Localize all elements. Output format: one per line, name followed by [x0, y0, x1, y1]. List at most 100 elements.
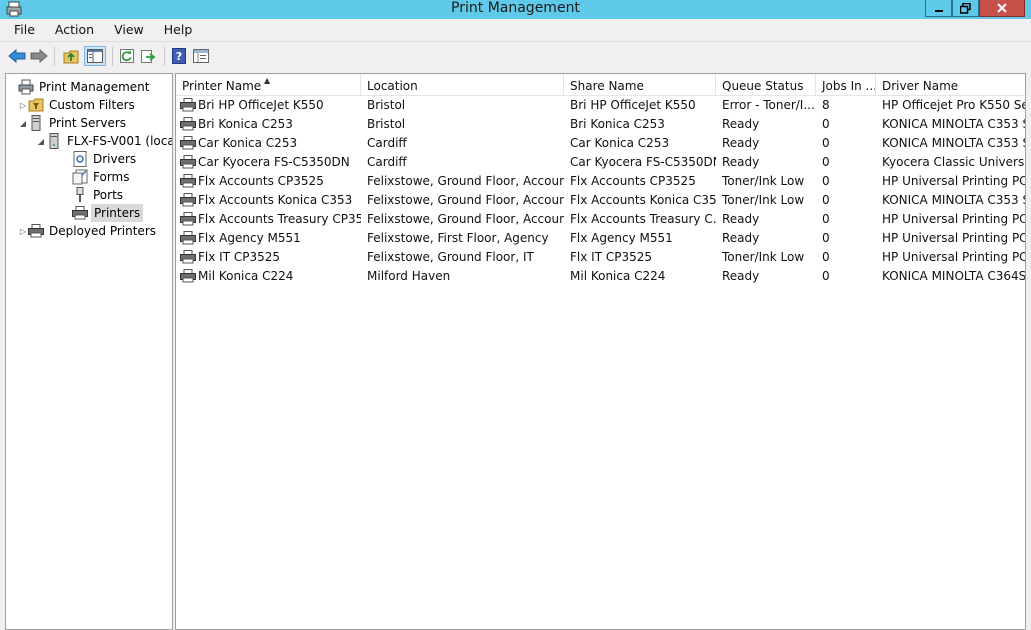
printer-row[interactable]: Bri Konica C253 Bristol Bri Konica C253 Rea…: [176, 115, 1025, 134]
column-header-row: Printer Name ▲ Location Share Name Queue…: [176, 74, 1025, 96]
cell-jobs-in-queue: 0: [822, 193, 830, 207]
cell-driver-name: KONICA MINOLTA C353 Series: [882, 136, 1025, 150]
print-management-icon: [18, 79, 34, 95]
cell-printer-name: Car Kyocera FS-C5350DN: [198, 155, 350, 169]
cell-jobs-in-queue: 0: [822, 212, 830, 226]
forms-icon: [72, 169, 88, 185]
tree-label: Deployed Printers: [49, 224, 157, 238]
cell-location: Bristol: [367, 117, 406, 131]
printer-row[interactable]: Flx Accounts Konica C353 Felixstowe, Grou…: [176, 191, 1025, 210]
cell-share-name: Bri HP OfficeJet K550: [570, 98, 696, 112]
cell-queue-status: Toner/Ink Low: [722, 174, 805, 188]
properties-icon[interactable]: [192, 47, 210, 65]
tree-item-custom-filters[interactable]: ▷ Custom Filters: [18, 96, 137, 114]
tree-label: Forms: [93, 170, 130, 184]
menu-file[interactable]: File: [4, 19, 45, 41]
back-arrow-icon[interactable]: [8, 47, 26, 65]
cell-share-name: Mil Konica C224: [570, 269, 666, 283]
cell-driver-name: KONICA MINOLTA C353 Series: [882, 117, 1025, 131]
menu-action[interactable]: Action: [45, 19, 104, 41]
tree-label: Drivers: [93, 152, 137, 166]
menu-view[interactable]: View: [104, 19, 154, 41]
printer-row[interactable]: Flx Accounts CP3525 Felixstowe, Ground Fl…: [176, 172, 1025, 191]
window-border: [1026, 70, 1031, 630]
column-header-queue-status[interactable]: Queue Status: [716, 74, 816, 96]
drivers-icon: [72, 151, 88, 167]
printer-row[interactable]: Bri HP OfficeJet K550 Bristol Bri HP Offic…: [176, 96, 1025, 115]
menu-help[interactable]: Help: [154, 19, 203, 41]
expand-arrow-icon[interactable]: ▷: [18, 227, 28, 236]
content-area: Print Management ▷ Custom Filters ◢ Prin…: [0, 70, 1031, 630]
column-header-location[interactable]: Location: [361, 74, 564, 96]
cell-driver-name: Kyocera Classic Universaldriver: [882, 155, 1025, 169]
cell-driver-name: KONICA MINOLTA C353 Series: [882, 193, 1025, 207]
window-title: Print Management: [451, 0, 580, 16]
cell-share-name: Flx IT CP3525: [570, 250, 652, 264]
cell-queue-status: Toner/Ink Low: [722, 250, 805, 264]
cell-location: Felixstowe, Ground Floor, Accounts: [367, 212, 564, 226]
cell-location: Felixstowe, Ground Floor, Accounts: [367, 193, 564, 207]
column-header-jobs-in-queue[interactable]: Jobs In ...: [816, 74, 876, 96]
collapse-arrow-icon[interactable]: ◢: [36, 137, 46, 146]
cell-queue-status: Ready: [722, 212, 760, 226]
tree-item-server-flx-fs-v001[interactable]: ◢ FLX-FS-V001 (local): [36, 132, 172, 150]
filter-folder-icon: [28, 97, 44, 113]
tree-item-deployed-printers[interactable]: ▷ Deployed Printers: [18, 222, 158, 240]
navigation-tree[interactable]: Print Management ▷ Custom Filters ◢ Prin…: [5, 73, 173, 630]
close-icon: [997, 3, 1007, 13]
tree-item-forms[interactable]: Forms: [62, 168, 131, 186]
tree-item-print-servers[interactable]: ◢ Print Servers: [18, 114, 128, 132]
minimize-button[interactable]: [925, 0, 952, 17]
cell-location: Cardiff: [367, 136, 407, 150]
cell-location: Felixstowe, First Floor, Agency: [367, 231, 549, 245]
cell-printer-name: Flx IT CP3525: [198, 250, 280, 264]
printers-list[interactable]: Printer Name ▲ Location Share Name Queue…: [175, 73, 1026, 630]
printer-row[interactable]: Car Kyocera FS-C5350DN Cardiff Car Kyocera…: [176, 153, 1025, 172]
cell-printer-name: Bri Konica C253: [198, 117, 293, 131]
collapse-arrow-icon[interactable]: ◢: [18, 119, 28, 128]
cell-driver-name: KONICA MINOLTA C364SeriesPCL: [882, 269, 1026, 283]
tree-item-ports[interactable]: Ports: [62, 186, 125, 204]
tree-label: Print Servers: [49, 116, 127, 130]
cell-printer-name: Flx Accounts Treasury CP3525: [198, 212, 361, 226]
cell-location: Milford Haven: [367, 269, 451, 283]
cell-driver-name: HP Universal Printing PCL 6: [882, 212, 1025, 226]
title-bar: Print Management: [0, 0, 1031, 19]
cell-queue-status: Ready: [722, 231, 760, 245]
minimize-icon: [934, 10, 943, 12]
toolbar: ?: [0, 41, 1031, 70]
printer-row[interactable]: Flx Accounts Treasury CP3525 Felixstowe, …: [176, 210, 1025, 229]
tree-item-print-management[interactable]: Print Management: [8, 78, 151, 96]
cell-share-name: Flx Accounts CP3525: [570, 174, 696, 188]
cell-queue-status: Error - Toner/I...: [722, 98, 815, 112]
cell-jobs-in-queue: 8: [822, 98, 830, 112]
cell-queue-status: Ready: [722, 117, 760, 131]
expand-arrow-icon[interactable]: ▷: [18, 101, 28, 110]
cell-queue-status: Ready: [722, 155, 760, 169]
cell-jobs-in-queue: 0: [822, 269, 830, 283]
cell-share-name: Flx Agency M551: [570, 231, 673, 245]
export-list-icon[interactable]: [140, 47, 158, 65]
up-folder-icon[interactable]: [62, 47, 80, 65]
tree-label: Print Management: [39, 80, 150, 94]
show-hide-tree-icon[interactable]: [84, 46, 106, 66]
close-button[interactable]: [979, 0, 1025, 17]
cell-printer-name: Mil Konica C224: [198, 269, 294, 283]
column-header-driver-name[interactable]: Driver Name: [876, 74, 1025, 96]
cell-jobs-in-queue: 0: [822, 174, 830, 188]
tree-item-printers[interactable]: Printers: [62, 204, 144, 222]
printer-row[interactable]: Mil Konica C224 Milford Haven Mil Konica C…: [176, 267, 1026, 286]
printer-row[interactable]: Flx IT CP3525 Felixstowe, Ground Floor, I…: [176, 248, 1025, 267]
printer-row[interactable]: Flx Agency M551 Felixstowe, First Floor, …: [176, 229, 1025, 248]
cell-share-name: Flx Accounts Konica C353: [570, 193, 716, 207]
server-icon: [28, 115, 44, 131]
refresh-icon[interactable]: [118, 47, 136, 65]
tree-label: Custom Filters: [49, 98, 135, 112]
column-header-share-name[interactable]: Share Name: [564, 74, 716, 96]
help-icon[interactable]: ?: [170, 47, 188, 65]
printer-row[interactable]: Car Konica C253 Cardiff Car Konica C253 Rea…: [176, 134, 1025, 153]
forward-arrow-icon[interactable]: [30, 47, 48, 65]
restore-button[interactable]: [952, 0, 979, 17]
tree-item-drivers[interactable]: Drivers: [62, 150, 138, 168]
ports-icon: [72, 187, 88, 203]
